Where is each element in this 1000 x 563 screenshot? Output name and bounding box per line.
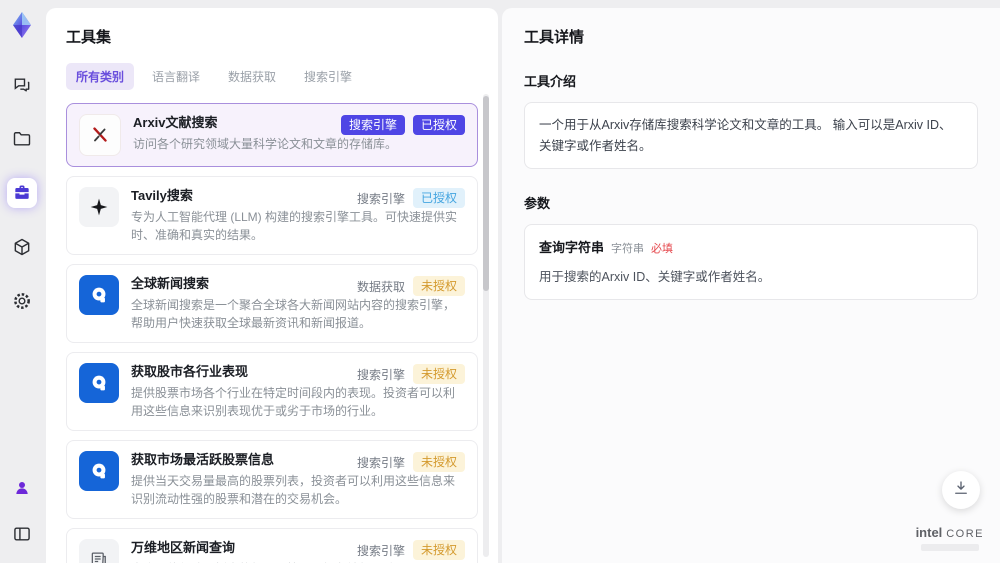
intro-heading: 工具介绍 (524, 74, 577, 89)
category-badge: 搜索引擎 (356, 191, 405, 206)
auth-status-badge: 已授权 (412, 188, 465, 208)
auth-status-badge: 未授权 (412, 364, 465, 384)
category-tabs: 所有类别 语言翻译 数据获取 搜索引擎 (66, 63, 478, 90)
sidebar-item-packages[interactable] (7, 232, 37, 262)
package-icon (12, 237, 32, 257)
auth-status-badge: 已授权 (412, 115, 465, 135)
tool-list-panel: 工具集 所有类别 语言翻译 数据获取 搜索引擎 Arxiv文献搜索访问各个研究领… (46, 8, 498, 563)
panel-toggle-icon (12, 524, 32, 544)
param-box: 查询字符串 字符串 必填 用于搜索的Arxiv ID、关键字或作者姓名。 (524, 224, 978, 301)
tool-detail-panel: 工具详情 工具介绍 一个用于从Arxiv存储库搜索科学论文和文章的工具。 输入可… (502, 8, 1000, 563)
param-name: 查询字符串 (539, 240, 605, 256)
collapse-panel-button[interactable] (7, 519, 37, 549)
tool-badges: 数据获取 未授权 (357, 276, 465, 296)
tool-list: Arxiv文献搜索 访问各个研究领域大量科学论文和文章的存储库。 搜索引擎 已授权 Ta… (66, 103, 478, 563)
tool-description: 专为人工智能代理 (LLM) 构建的搜索引擎工具。可快速提供实时、准确和真实的结… (131, 210, 458, 242)
list-scrollbar-thumb[interactable] (483, 96, 489, 291)
tool-card[interactable]: Arxiv文献搜索访问各个研究领域大量科学论文和文章的存储库。 搜索引擎 已授权 (66, 103, 478, 167)
category-badge: 搜索引擎 (356, 543, 405, 558)
intel-core-logo: intel CORE (916, 525, 984, 551)
tool-card[interactable]: 万维地区新闻查询查询具体行政区划内的新闻，快速了解各地新闻动搜索引擎未授权 (66, 528, 478, 563)
rail-nav (7, 70, 37, 316)
sidebar-item-tools[interactable] (7, 178, 37, 208)
download-icon (952, 479, 970, 502)
param-description: 用于搜索的Arxiv ID、关键字或作者姓名。 (539, 269, 771, 284)
tool-description: 提供当天交易量最高的股票列表，投资者可以利用这些信息来识别流动性强的股票和潜在的… (131, 474, 456, 506)
sidebar-item-chat[interactable] (7, 70, 37, 100)
param-required-badge: 必填 (651, 243, 674, 256)
detail-title: 工具详情 (524, 29, 585, 46)
intel-core-logo-text: intel CORE (915, 525, 984, 540)
chat-icon (12, 75, 32, 95)
tool-card[interactable]: 获取市场最活跃股票信息提供当天交易量最高的股票列表，投资者可以利用这些信息来识别… (66, 440, 478, 519)
news-tool-icon (79, 539, 119, 563)
toolbox-icon (12, 183, 32, 203)
tool-name: 获取股市各行业表现 (131, 364, 249, 379)
tool-badges: 搜索引擎 未授权 (357, 364, 465, 384)
tool-card[interactable]: Tavily搜索专为人工智能代理 (LLM) 构建的搜索引擎工具。可快速提供实时… (66, 176, 478, 255)
app-window: 工具集 所有类别 语言翻译 数据获取 搜索引擎 Arxiv文献搜索访问各个研究领… (0, 0, 1000, 563)
user-avatar-button[interactable] (7, 473, 37, 503)
left-rail (0, 0, 44, 563)
user-icon (13, 479, 31, 497)
auth-status-badge: 未授权 (412, 540, 465, 560)
category-badge: 数据获取 (356, 279, 405, 294)
tool-badges: 搜索引擎 已授权 (340, 115, 465, 135)
tool-badges: 搜索引擎 未授权 (357, 540, 465, 560)
tool-name: 全球新闻搜索 (131, 276, 210, 291)
params-heading: 参数 (524, 196, 551, 212)
tool-name: Arxiv文献搜索 (133, 115, 218, 130)
intro-text: 一个用于从Arxiv存储库搜索科学论文和文章的工具。 输入可以是Arxiv ID… (539, 118, 952, 153)
tab-data-acquisition[interactable]: 数据获取 (218, 63, 286, 90)
sidebar-item-settings[interactable] (7, 286, 37, 316)
tab-all-categories[interactable]: 所有类别 (66, 63, 135, 90)
tab-search-engine[interactable]: 搜索引擎 (294, 63, 362, 90)
juhe-tool-icon (79, 451, 119, 491)
app-logo-icon (13, 12, 31, 38)
tool-description: 访问各个研究领域大量科学论文和文章的存储库。 (133, 137, 398, 151)
tavily-tool-icon (79, 187, 119, 227)
download-button[interactable] (942, 471, 980, 509)
category-badge: 搜索引擎 (356, 367, 405, 382)
juhe-tool-icon (79, 363, 119, 403)
category-badge: 搜索引擎 (356, 455, 405, 470)
arxiv-tool-icon (79, 114, 121, 156)
sidebar-item-files[interactable] (7, 124, 37, 154)
intel-core-logo-sub (920, 544, 979, 551)
folder-icon (12, 129, 32, 149)
category-badge: 搜索引擎 (340, 115, 405, 135)
param-header: 查询字符串 字符串 必填 (539, 237, 963, 258)
tool-description: 提供股票市场各个行业在特定时间段内的表现。投资者可以利用这些信息来识别表现优于或… (131, 386, 456, 418)
tool-description: 全球新闻搜索是一个聚合全球各大新闻网站内容的搜索引擎，帮助用户快速获取全球最新资… (131, 298, 456, 330)
tool-card[interactable]: 获取股市各行业表现提供股票市场各个行业在特定时间段内的表现。投资者可以利用这些信… (66, 352, 478, 431)
tool-badges: 搜索引擎 已授权 (357, 188, 465, 208)
page-title: 工具集 (66, 29, 112, 46)
tool-name: Tavily搜索 (131, 188, 193, 203)
intro-box: 一个用于从Arxiv存储库搜索科学论文和文章的工具。 输入可以是Arxiv ID… (524, 102, 978, 170)
param-type: 字符串 (611, 243, 645, 256)
auth-status-badge: 未授权 (412, 276, 465, 296)
settings-icon (12, 291, 32, 311)
rail-bottom (7, 473, 37, 563)
list-scrollbar[interactable] (483, 94, 489, 557)
tool-card[interactable]: 全球新闻搜索全球新闻搜索是一个聚合全球各大新闻网站内容的搜索引擎，帮助用户快速获… (66, 264, 478, 343)
auth-status-badge: 未授权 (412, 452, 465, 472)
tool-badges: 搜索引擎 未授权 (357, 452, 465, 472)
tool-name: 获取市场最活跃股票信息 (131, 452, 275, 467)
juhe-tool-icon (79, 275, 119, 315)
tool-name: 万维地区新闻查询 (131, 540, 236, 555)
tab-language-translation[interactable]: 语言翻译 (142, 63, 210, 90)
